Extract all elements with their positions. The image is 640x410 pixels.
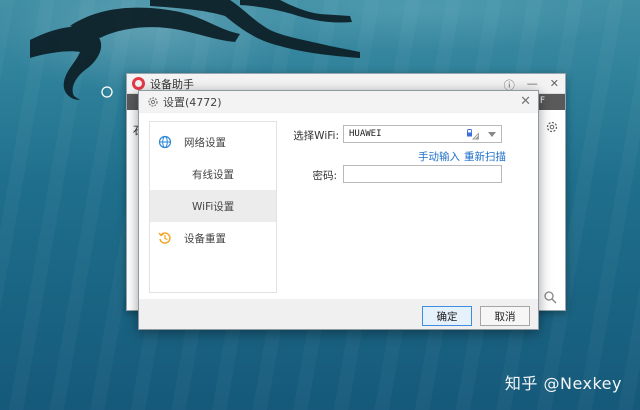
dialog-body: 网络设置 有线设置 WiFi设置 设备重置 选择WiFi: HUAWEI 手动输… xyxy=(139,113,538,299)
ok-button[interactable]: 确定 xyxy=(422,306,472,326)
nav-item-wired[interactable]: 有线设置 xyxy=(150,158,276,190)
nav-label-wifi: WiFi设置 xyxy=(192,200,235,213)
wifi-select-label: 选择WiFi: xyxy=(293,130,339,142)
search-icon[interactable] xyxy=(543,290,557,304)
history-icon xyxy=(158,232,171,244)
manual-input-link[interactable]: 手动输入 xyxy=(418,149,460,164)
globe-icon xyxy=(158,135,172,149)
close-icon[interactable]: ✕ xyxy=(550,77,559,93)
wifi-lock-icon xyxy=(467,129,479,140)
password-label: 密码: xyxy=(312,170,337,182)
nav-item-network[interactable]: 网络设置 xyxy=(150,126,276,158)
nav-label-wired: 有线设置 xyxy=(192,168,234,181)
gear-icon xyxy=(148,96,158,107)
gear-icon[interactable] xyxy=(545,120,559,134)
wifi-select-value: HUAWEI xyxy=(349,129,382,139)
main-toolbar-tail-text: F xyxy=(539,96,545,106)
dialog-titlebar: 设置(4772) xyxy=(139,91,538,112)
nav-item-reset[interactable]: 设备重置 xyxy=(150,222,276,254)
settings-nav: 网络设置 有线设置 WiFi设置 设备重置 xyxy=(149,121,277,293)
app-logo-icon xyxy=(132,77,145,90)
settings-dialog: 设置(4772) ✕ 网络设置 有线设置 WiFi设置 设备重置 选择WiFi:… xyxy=(138,90,539,330)
watermark-text: 知乎 @Nexkey xyxy=(504,374,622,393)
nav-label-reset: 设备重置 xyxy=(184,232,226,245)
nav-label-network: 网络设置 xyxy=(184,136,226,149)
cancel-button[interactable]: 取消 xyxy=(480,306,530,326)
rescan-link[interactable]: 重新扫描 xyxy=(464,149,506,164)
dialog-close-icon[interactable]: ✕ xyxy=(520,94,531,109)
password-field[interactable] xyxy=(343,165,502,183)
nav-item-wifi[interactable]: WiFi设置 xyxy=(150,190,276,222)
wifi-select[interactable]: HUAWEI xyxy=(343,125,502,143)
chevron-down-icon[interactable] xyxy=(488,132,496,137)
dialog-title: 设置(4772) xyxy=(163,95,222,109)
